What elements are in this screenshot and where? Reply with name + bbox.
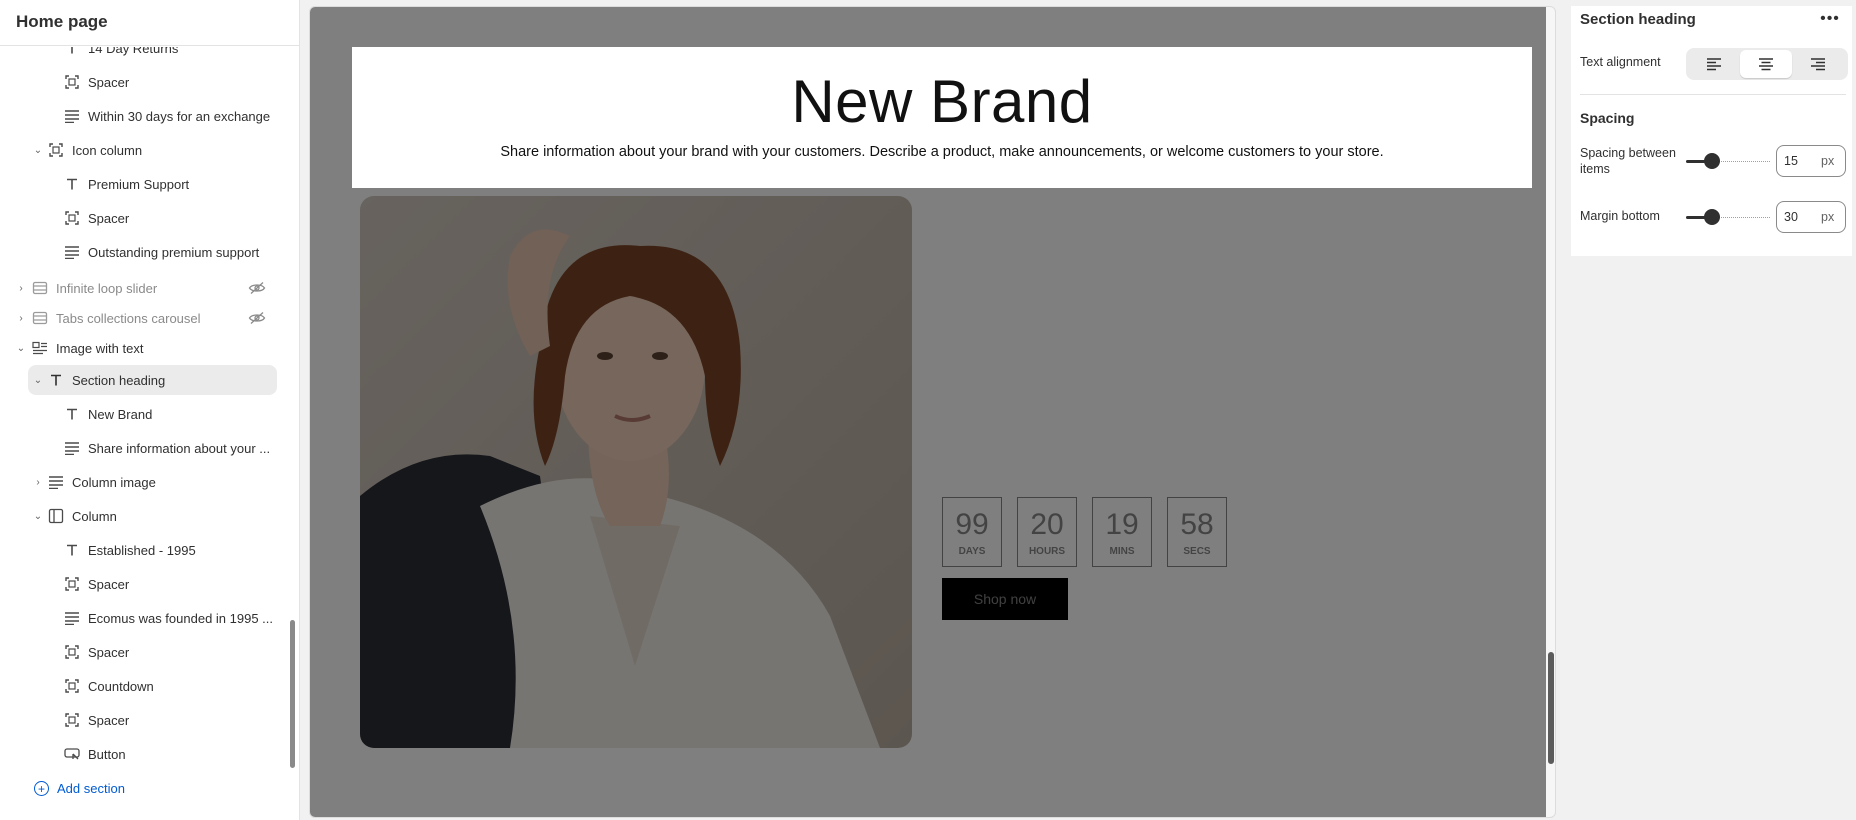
- paragraph-icon: [64, 440, 80, 456]
- chevron-right-icon[interactable]: ›: [14, 311, 28, 325]
- settings-panel: Section heading ••• Text alignment Spaci…: [1571, 6, 1852, 256]
- sidebar-scrollbar[interactable]: [290, 620, 295, 768]
- tree-item-ecomus-founded[interactable]: Ecomus was founded in 1995 ...: [0, 603, 290, 633]
- text-icon: [48, 372, 64, 388]
- align-center-icon: [1759, 58, 1773, 71]
- slider-thumb[interactable]: [1704, 153, 1720, 169]
- slider-thumb[interactable]: [1704, 209, 1720, 225]
- margin-bottom-label: Margin bottom: [1580, 209, 1660, 223]
- margin-bottom-slider[interactable]: [1686, 209, 1770, 225]
- spacing-between-input[interactable]: 15 px: [1776, 145, 1846, 177]
- paragraph-icon: [48, 474, 64, 490]
- tree-item-outstanding-support[interactable]: Outstanding premium support: [0, 237, 290, 267]
- paragraph-icon: [64, 108, 80, 124]
- align-right-button[interactable]: [1792, 50, 1844, 78]
- spacer-icon: [64, 644, 80, 660]
- page-title: Home page: [0, 0, 299, 46]
- text-icon: [64, 406, 80, 422]
- column-icon: [48, 142, 64, 158]
- tree-item-countdown[interactable]: Countdown: [0, 671, 290, 701]
- tree-item-premium-support[interactable]: Premium Support: [0, 169, 290, 199]
- tree-item-share-information[interactable]: Share information about your ...: [0, 433, 290, 463]
- button-icon: [64, 746, 80, 762]
- spacer-icon: [64, 712, 80, 728]
- chevron-down-icon[interactable]: ⌄: [14, 341, 28, 355]
- align-left-button[interactable]: [1688, 50, 1740, 78]
- plus-circle-icon: +: [34, 781, 49, 796]
- align-left-icon: [1707, 58, 1721, 71]
- tree-item-section-heading[interactable]: ⌄ Section heading: [0, 365, 290, 395]
- chevron-down-icon[interactable]: ⌄: [31, 509, 45, 523]
- tree-item-spacer[interactable]: Spacer: [0, 569, 290, 599]
- spacer-icon: [64, 576, 80, 592]
- panel-title: Section heading: [1580, 11, 1696, 28]
- column-layout-icon: [48, 508, 64, 524]
- tree-item-spacer[interactable]: Spacer: [0, 67, 290, 97]
- tree-item-column-image[interactable]: › Column image: [0, 467, 290, 497]
- chevron-right-icon[interactable]: ›: [31, 475, 45, 489]
- section-icon: [32, 310, 48, 326]
- image-text-icon: [32, 340, 48, 356]
- tree-item-established-1995[interactable]: Established - 1995: [0, 535, 290, 565]
- paragraph-icon: [64, 244, 80, 260]
- spacing-heading: Spacing: [1580, 110, 1635, 126]
- tree-item-icon-column[interactable]: ⌄ Icon column: [0, 135, 290, 165]
- tree-item-spacer[interactable]: Spacer: [0, 203, 290, 233]
- spacer-icon: [64, 210, 80, 226]
- add-section-button[interactable]: + Add section: [34, 781, 125, 796]
- tree-item-button[interactable]: Button: [0, 739, 290, 769]
- tree-item-infinite-loop-slider[interactable]: › Infinite loop slider: [0, 273, 290, 303]
- tree-item-within-30-days[interactable]: Within 30 days for an exchange: [0, 101, 290, 131]
- section-icon: [32, 280, 48, 296]
- hidden-eye-icon[interactable]: [248, 281, 266, 295]
- spacer-icon: [64, 74, 80, 90]
- more-options-icon[interactable]: •••: [1816, 8, 1844, 30]
- tree-item-image-with-text[interactable]: ⌄ Image with text: [0, 333, 290, 363]
- margin-bottom-input[interactable]: 30 px: [1776, 201, 1846, 233]
- text-alignment-label: Text alignment: [1580, 55, 1661, 69]
- tree-item-new-brand[interactable]: New Brand: [0, 399, 290, 429]
- preview-scrollbar[interactable]: [1548, 652, 1554, 764]
- section-heading-highlight[interactable]: New Brand Share information about your b…: [352, 47, 1532, 188]
- text-alignment-segmented: [1686, 48, 1848, 80]
- chevron-down-icon[interactable]: ⌄: [31, 373, 45, 387]
- chevron-down-icon[interactable]: ⌄: [31, 143, 45, 157]
- paragraph-icon: [64, 610, 80, 626]
- preview-frame: New Brand Share information about your b…: [309, 6, 1556, 818]
- text-icon: [64, 542, 80, 558]
- align-center-button[interactable]: [1740, 50, 1792, 78]
- tree-item-spacer[interactable]: Spacer: [0, 637, 290, 667]
- hidden-eye-icon[interactable]: [248, 311, 266, 325]
- divider: [1580, 94, 1846, 95]
- align-right-icon: [1811, 58, 1825, 71]
- tree-item-14-day-returns[interactable]: 14 Day Returns: [0, 47, 290, 63]
- spacing-between-slider[interactable]: [1686, 153, 1770, 169]
- tree-item-spacer[interactable]: Spacer: [0, 705, 290, 735]
- tree-item-column[interactable]: ⌄ Column: [0, 501, 290, 531]
- tree-item-tabs-collections-carousel[interactable]: › Tabs collections carousel: [0, 303, 290, 333]
- text-icon: [64, 176, 80, 192]
- section-tree: 14 Day Returns Spacer Within 30 days for…: [0, 47, 290, 773]
- chevron-right-icon[interactable]: ›: [14, 281, 28, 295]
- sidebar: Home page 14 Day Returns Spacer Within 3…: [0, 0, 300, 820]
- text-icon: [64, 47, 80, 56]
- spacer-icon: [64, 678, 80, 694]
- spacing-between-label: Spacing between items: [1580, 146, 1676, 176]
